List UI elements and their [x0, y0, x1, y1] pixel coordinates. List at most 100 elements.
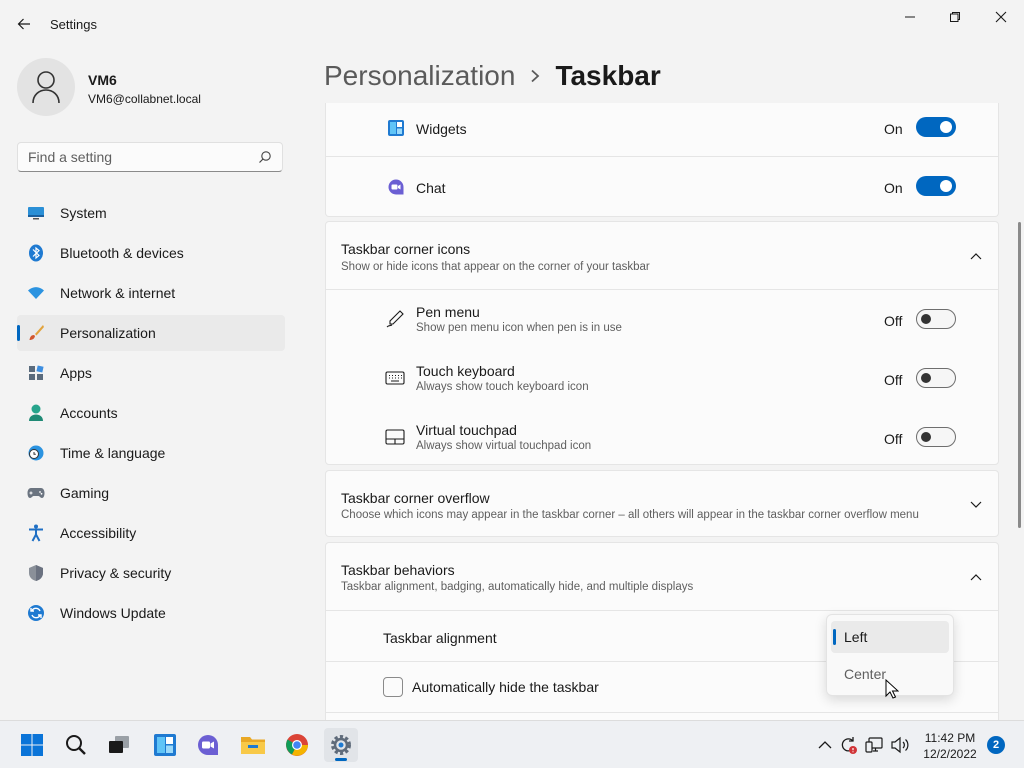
taskbar-chat-button[interactable]: [191, 728, 225, 762]
user-name: VM6: [88, 72, 117, 88]
touch-keyboard-title: Touch keyboard: [416, 363, 515, 379]
globe-clock-icon: [27, 444, 45, 462]
clock[interactable]: 11:42 PM 12/2/2022: [915, 730, 985, 762]
sidebar-item-accounts[interactable]: Accounts: [17, 395, 285, 431]
gamepad-icon: [27, 484, 45, 502]
windows-logo-icon: [21, 734, 43, 756]
virtual-touchpad-state: Off: [884, 431, 903, 447]
sidebar-item-label: Network & internet: [60, 285, 176, 301]
widgets-toggle[interactable]: [916, 117, 956, 137]
taskbar-alignment-label: Taskbar alignment: [383, 630, 497, 646]
sidebar-item-personalization[interactable]: Personalization: [17, 315, 285, 351]
network-icon[interactable]: [865, 735, 885, 755]
behaviors-title: Taskbar behaviors: [341, 562, 455, 578]
search-input[interactable]: [18, 143, 248, 171]
user-icon: [32, 71, 60, 104]
autohide-label: Automatically hide the taskbar: [412, 679, 599, 695]
bluetooth-icon: [27, 244, 45, 262]
tray-update-icon[interactable]: [838, 735, 858, 755]
sidebar-item-network[interactable]: Network & internet: [17, 275, 285, 311]
accessibility-icon: [27, 524, 45, 542]
autohide-checkbox[interactable]: [383, 677, 403, 697]
touch-keyboard-subtitle: Always show touch keyboard icon: [416, 381, 589, 393]
window-title: Settings: [50, 17, 97, 32]
chat-toggle[interactable]: [916, 176, 956, 196]
close-icon: [995, 11, 1007, 23]
widgets-label: Widgets: [416, 121, 467, 137]
corner-icons-header[interactable]: Taskbar corner icons Show or hide icons …: [326, 222, 998, 289]
sidebar-item-apps[interactable]: Apps: [17, 355, 285, 391]
clock-time: 11:42 PM: [924, 731, 976, 745]
task-view-icon: [109, 736, 129, 753]
corner-overflow-subtitle: Choose which icons may appear in the tas…: [341, 509, 919, 521]
search-box[interactable]: [17, 142, 283, 172]
taskbar-items-card: Widgets On Chat On: [325, 103, 999, 217]
virtual-touchpad-toggle[interactable]: [916, 427, 956, 447]
restore-icon: [950, 12, 960, 22]
sidebar-item-label: Bluetooth & devices: [60, 245, 184, 261]
back-button[interactable]: [10, 10, 38, 38]
pen-icon: [385, 309, 405, 329]
user-email: VM6@collabnet.local: [88, 92, 201, 106]
sidebar-item-label: Windows Update: [60, 605, 166, 621]
virtual-touchpad-title: Virtual touchpad: [416, 422, 517, 438]
pen-menu-state: Off: [884, 313, 903, 329]
widgets-icon: [154, 734, 176, 756]
sidebar-item-windows-update[interactable]: Windows Update: [17, 595, 285, 631]
minimize-icon: [905, 16, 915, 18]
chevron-up-icon: [818, 741, 832, 749]
avatar[interactable]: [17, 58, 75, 116]
notification-badge[interactable]: 2: [987, 736, 1005, 754]
sidebar-item-privacy[interactable]: Privacy & security: [17, 555, 285, 591]
alignment-option-left[interactable]: Left: [831, 621, 949, 653]
person-icon: [27, 404, 45, 422]
divider: [326, 610, 998, 611]
chrome-button[interactable]: [280, 728, 314, 762]
sidebar-item-label: Personalization: [60, 325, 156, 341]
sidebar-item-system[interactable]: System: [17, 195, 285, 231]
pen-menu-title: Pen menu: [416, 304, 480, 320]
corner-icons-subtitle: Show or hide icons that appear on the co…: [341, 261, 650, 273]
close-button[interactable]: [978, 4, 1024, 30]
breadcrumb-parent[interactable]: Personalization: [324, 60, 515, 92]
sidebar-item-label: Privacy & security: [60, 565, 172, 581]
sidebar-item-gaming[interactable]: Gaming: [17, 475, 285, 511]
touchpad-icon: [385, 427, 405, 447]
sidebar-item-time-language[interactable]: Time & language: [17, 435, 285, 471]
touch-keyboard-toggle[interactable]: [916, 368, 956, 388]
brush-icon: [27, 324, 45, 342]
taskbar-widgets-button[interactable]: [148, 728, 182, 762]
divider: [326, 712, 998, 713]
folder-icon: [241, 737, 265, 754]
chat-state: On: [884, 180, 903, 196]
sidebar-item-label: Time & language: [60, 445, 166, 461]
page-title: Taskbar: [555, 60, 661, 91]
sidebar-item-accessibility[interactable]: Accessibility: [17, 515, 285, 551]
minimize-button[interactable]: [887, 4, 933, 30]
corner-overflow-card[interactable]: Taskbar corner overflow Choose which ico…: [325, 470, 999, 537]
show-hidden-icons-button[interactable]: [815, 735, 835, 755]
start-button[interactable]: [15, 728, 49, 762]
taskbar-search-button[interactable]: [59, 728, 93, 762]
scrollbar-thumb[interactable]: [1018, 222, 1021, 528]
breadcrumb: Personalization Taskbar: [324, 58, 661, 94]
widgets-state: On: [884, 121, 903, 137]
clock-date: 12/2/2022: [923, 747, 977, 761]
corner-icons-card: Taskbar corner icons Show or hide icons …: [325, 221, 999, 465]
monitor-icon: [27, 204, 45, 222]
virtual-touchpad-subtitle: Always show virtual touchpad icon: [416, 440, 592, 452]
corner-icons-title: Taskbar corner icons: [341, 241, 471, 257]
task-view-button[interactable]: [102, 728, 136, 762]
chrome-icon: [286, 734, 308, 756]
chevron-up-icon: [968, 248, 984, 264]
pen-menu-subtitle: Show pen menu icon when pen is in use: [416, 322, 622, 334]
file-explorer-button[interactable]: [236, 728, 270, 762]
pen-menu-toggle[interactable]: [916, 309, 956, 329]
volume-icon[interactable]: [890, 735, 910, 755]
restore-button[interactable]: [932, 4, 978, 30]
search-icon[interactable]: [258, 150, 272, 169]
behaviors-header[interactable]: Taskbar behaviors Taskbar alignment, bad…: [326, 543, 998, 610]
sidebar-item-bluetooth[interactable]: Bluetooth & devices: [17, 235, 285, 271]
settings-app-button[interactable]: [324, 728, 358, 762]
sidebar-item-label: Apps: [60, 365, 92, 381]
